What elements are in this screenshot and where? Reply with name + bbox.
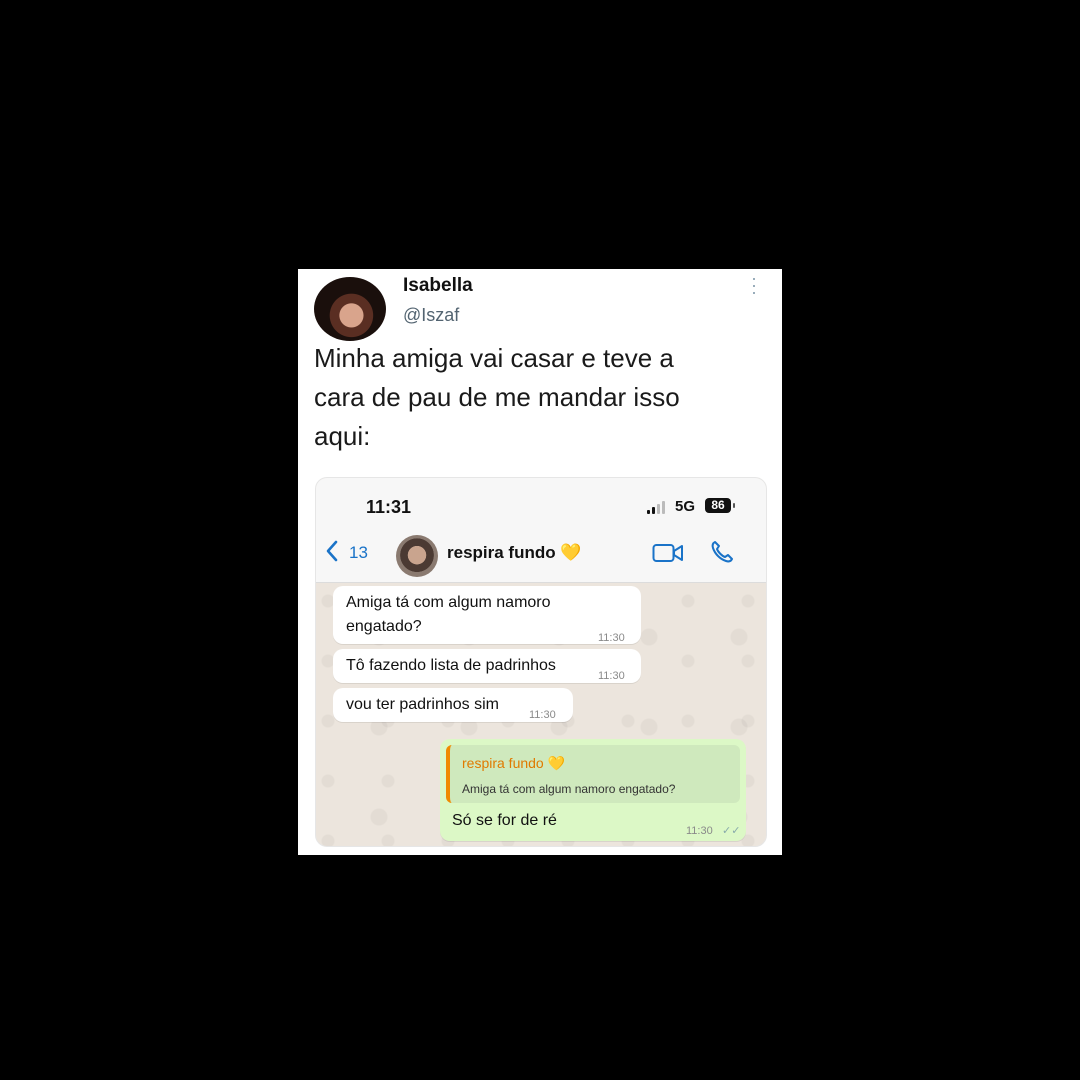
back-count[interactable]: 13 [349,543,368,563]
incoming-message[interactable]: Amiga tá com algum namoro engatado? 11:3… [333,586,641,644]
incoming-message[interactable]: vou ter padrinhos sim 11:30 [333,688,573,722]
chevron-left-icon[interactable] [325,540,339,562]
incoming-message[interactable]: Tô fazendo lista de padrinhos 11:30 [333,649,641,683]
message-text: Só se for de ré [452,812,557,829]
chat-area: Amiga tá com algum namoro engatado? 11:3… [316,583,766,846]
message-time: 11:30 [598,670,625,682]
status-time: 11:31 [366,497,412,517]
message-time: 11:30 [529,709,556,721]
outgoing-message[interactable]: respira fundo 💛 Amiga tá com algum namor… [440,739,746,841]
video-call-icon[interactable] [652,542,684,564]
tweet-card: Isabella @Iszaf · · · Minha amiga vai casa… [298,269,782,855]
message-line: engatado? [346,618,422,635]
chat-screenshot: 11:31 5G 86 13 respira fundo 💛 Amiga tá … [315,477,767,847]
yellow-heart-icon: 💛 [547,755,566,771]
signal-icon [647,500,669,514]
author-handle[interactable]: @Iszaf [403,305,459,326]
quoted-text: Amiga tá com algum namoro engatado? [462,782,676,796]
page: { "tweet": { "name": "Isabella", "handle… [0,0,1080,1080]
tweet-text-line: Minha amiga vai casar e teve a [314,343,674,373]
message-time: 11:30 [598,632,625,644]
network-label: 5G [675,498,696,515]
quoted-sender: respira fundo 💛 [462,751,565,775]
contact-avatar[interactable] [396,535,438,577]
chat-header: 11:31 5G 86 13 respira fundo 💛 [316,478,766,583]
message-text: vou ter padrinhos sim [346,696,499,713]
contact-name-text: respira fundo [447,543,556,562]
avatar[interactable] [314,277,386,341]
yellow-heart-icon: 💛 [560,543,582,562]
battery-icon: 86 [705,498,731,513]
tweet-text-line: cara de pau de me mandar isso [314,382,680,412]
message-text: Amiga tá com algum namoro engatado? [346,591,551,639]
tweet-text: Minha amiga vai casar e teve a cara de p… [314,339,754,456]
message-line: Amiga tá com algum namoro [346,594,551,611]
quoted-message[interactable]: respira fundo 💛 Amiga tá com algum namor… [446,745,740,803]
kebab-icon[interactable]: · · · [746,269,762,301]
read-ticks-icon: ✓✓ [722,825,741,837]
quoted-sender-name: respira fundo [462,755,544,771]
author-name[interactable]: Isabella [403,275,473,297]
message-time: 11:30 [686,825,713,837]
message-text: Tô fazendo lista de padrinhos [346,657,556,674]
phone-icon[interactable] [709,539,735,565]
tweet-text-line: aqui: [314,421,371,451]
battery-tip [733,503,735,508]
contact-name[interactable]: respira fundo 💛 [447,543,582,563]
